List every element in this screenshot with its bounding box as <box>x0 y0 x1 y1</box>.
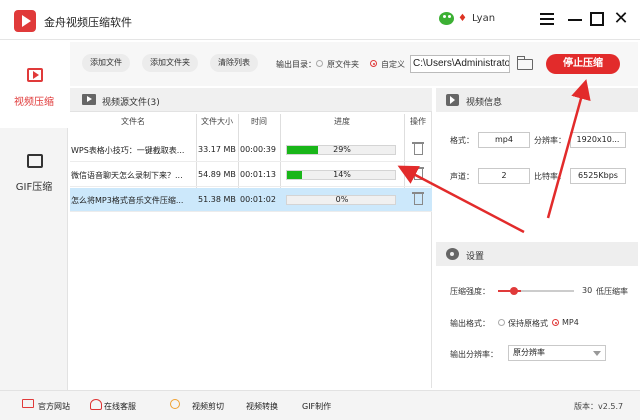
file-name: 怎么将MP3格式音乐文件压缩... <box>71 196 184 205</box>
sidebar-item-video-compress[interactable]: 视频压缩 <box>0 40 68 128</box>
file-time: 00:01:02 <box>240 195 276 204</box>
trash-icon[interactable] <box>412 142 424 155</box>
gif-link[interactable]: GIF制作 <box>302 401 331 412</box>
output-path-input[interactable]: C:\Users\Administrator\ <box>410 55 510 73</box>
output-format-label: 输出格式： <box>450 319 490 328</box>
resolution-value: 1920x10... <box>570 132 626 148</box>
wechat-icon[interactable] <box>439 12 454 25</box>
file-name: WPS表格小技巧：一键截取表... <box>71 146 185 155</box>
col-header-action[interactable]: 操作 <box>404 116 432 127</box>
radio-keep-format[interactable] <box>498 319 505 326</box>
support-link[interactable]: 在线客服 <box>104 401 136 412</box>
gear-icon <box>446 248 459 260</box>
clear-list-button[interactable]: 清除列表 <box>210 54 258 72</box>
toolbar: 添加文件 添加文件夹 清除列表 输出目录： 原文件夹 自定义 C:\Users\… <box>70 42 638 86</box>
convert-link[interactable]: 视频转换 <box>246 401 278 412</box>
radio-custom-label: 自定义 <box>381 60 405 69</box>
file-time: 00:00:39 <box>240 145 276 154</box>
user-name[interactable]: Lyan <box>472 13 495 24</box>
folder-open-icon[interactable] <box>516 56 533 70</box>
progress-text: 29% <box>333 145 351 154</box>
minimize-icon[interactable] <box>566 10 584 28</box>
col-header-size[interactable]: 文件大小 <box>196 116 238 127</box>
radio-mp4-label: MP4 <box>562 318 579 327</box>
add-file-button[interactable]: 添加文件 <box>82 54 130 72</box>
file-size: 33.17 MB <box>198 145 236 154</box>
video-info-icon <box>446 94 459 106</box>
bitrate-value: 6525Kbps <box>570 168 626 184</box>
version-label: 版本：v2.5.7 <box>574 402 624 411</box>
website-link[interactable]: 官方网站 <box>38 401 70 412</box>
format-label: 格式： <box>450 136 474 145</box>
col-header-time[interactable]: 时间 <box>238 116 280 127</box>
strength-label: 压缩强度： <box>450 287 490 296</box>
radio-source-label: 原文件夹 <box>327 60 359 69</box>
col-header-progress[interactable]: 进度 <box>280 116 404 127</box>
progress-text: 14% <box>333 170 351 179</box>
file-list-title: 视频源文件(3) <box>102 98 160 108</box>
file-name: 微信语音聊天怎么录制下来？... <box>71 171 183 180</box>
table-row[interactable]: 微信语音聊天怎么录制下来？... 54.89 MB 00:01:13 14% <box>70 163 432 187</box>
resolution-label: 分辨率： <box>534 136 566 145</box>
sidebar-item-label: 视频压缩 <box>14 97 54 108</box>
settings-title: 设置 <box>466 252 485 262</box>
progress-bar: 0% <box>286 195 396 205</box>
chevron-down-icon <box>593 351 601 356</box>
sidebar-item-gif-compress[interactable]: GIF压缩 <box>0 140 68 228</box>
close-icon[interactable]: ✕ <box>612 10 630 28</box>
bitrate-label: 比特率： <box>534 172 566 181</box>
progress-bar: 14% <box>286 170 396 180</box>
video-info-header: 视频信息 <box>436 88 638 112</box>
file-list-panel: 视频源文件(3) 文件名 文件大小 时间 进度 操作 WPS表格小技巧：一键截取… <box>70 88 432 388</box>
maximize-icon[interactable] <box>588 10 606 28</box>
output-res-value: 原分辨率 <box>513 348 545 357</box>
monitor-icon <box>22 399 34 408</box>
slider-handle[interactable] <box>510 287 518 295</box>
table-row[interactable]: WPS表格小技巧：一键截取表... 33.17 MB 00:00:39 29% <box>70 138 432 162</box>
output-dir-label: 输出目录： <box>276 60 316 69</box>
file-list-header: 视频源文件(3) <box>70 88 432 112</box>
radio-source-folder[interactable] <box>316 60 323 67</box>
radio-custom-folder[interactable] <box>370 60 377 67</box>
app-logo-icon <box>14 10 36 32</box>
format-value: mp4 <box>478 132 530 148</box>
file-time: 00:01:13 <box>240 170 276 179</box>
vip-diamond-icon: ♦ <box>458 13 467 24</box>
output-res-select[interactable]: 原分辨率 <box>508 345 606 361</box>
radio-mp4[interactable] <box>552 319 559 326</box>
strength-hint: 低压缩率 <box>596 287 628 296</box>
file-size: 51.38 MB <box>198 195 236 204</box>
menu-icon[interactable] <box>538 10 556 28</box>
col-header-name[interactable]: 文件名 <box>70 116 196 127</box>
scissors-icon <box>170 399 180 409</box>
cut-link[interactable]: 视频剪切 <box>192 401 224 412</box>
title-bar: 金舟视频压缩软件 ♦ Lyan ✕ <box>0 0 640 40</box>
support-person-icon <box>90 399 102 410</box>
gif-image-icon <box>27 154 43 168</box>
channel-value: 2 <box>478 168 530 184</box>
channel-label: 声道： <box>450 172 474 181</box>
footer: 官方网站 在线客服 视频剪切 视频转换 GIF制作 版本：v2.5.7 <box>0 390 640 420</box>
settings-header: 设置 <box>436 242 638 266</box>
add-folder-button[interactable]: 添加文件夹 <box>142 54 198 72</box>
trash-icon[interactable] <box>412 167 424 180</box>
progress-text: 0% <box>335 195 349 204</box>
info-panel: 视频信息 格式： mp4 分辨率： 1920x10... 声道： 2 比特率： … <box>436 88 638 388</box>
video-info-title: 视频信息 <box>466 98 503 108</box>
app-title: 金舟视频压缩软件 <box>44 16 132 29</box>
stop-compress-button[interactable]: 停止压缩 <box>546 54 620 74</box>
progress-bar: 29% <box>286 145 396 155</box>
video-compress-icon <box>27 68 43 82</box>
sidebar-item-label: GIF压缩 <box>15 182 53 193</box>
trash-icon[interactable] <box>412 192 424 205</box>
sidebar: 视频压缩 GIF压缩 <box>0 40 68 390</box>
video-file-icon <box>82 94 96 105</box>
file-size: 54.89 MB <box>198 170 236 179</box>
output-res-label: 输出分辨率： <box>450 350 498 359</box>
table-row[interactable]: 怎么将MP3格式音乐文件压缩... 51.38 MB 00:01:02 0% <box>70 188 432 212</box>
radio-keep-label: 保持原格式 <box>508 319 548 328</box>
strength-value: 30 <box>582 286 593 295</box>
